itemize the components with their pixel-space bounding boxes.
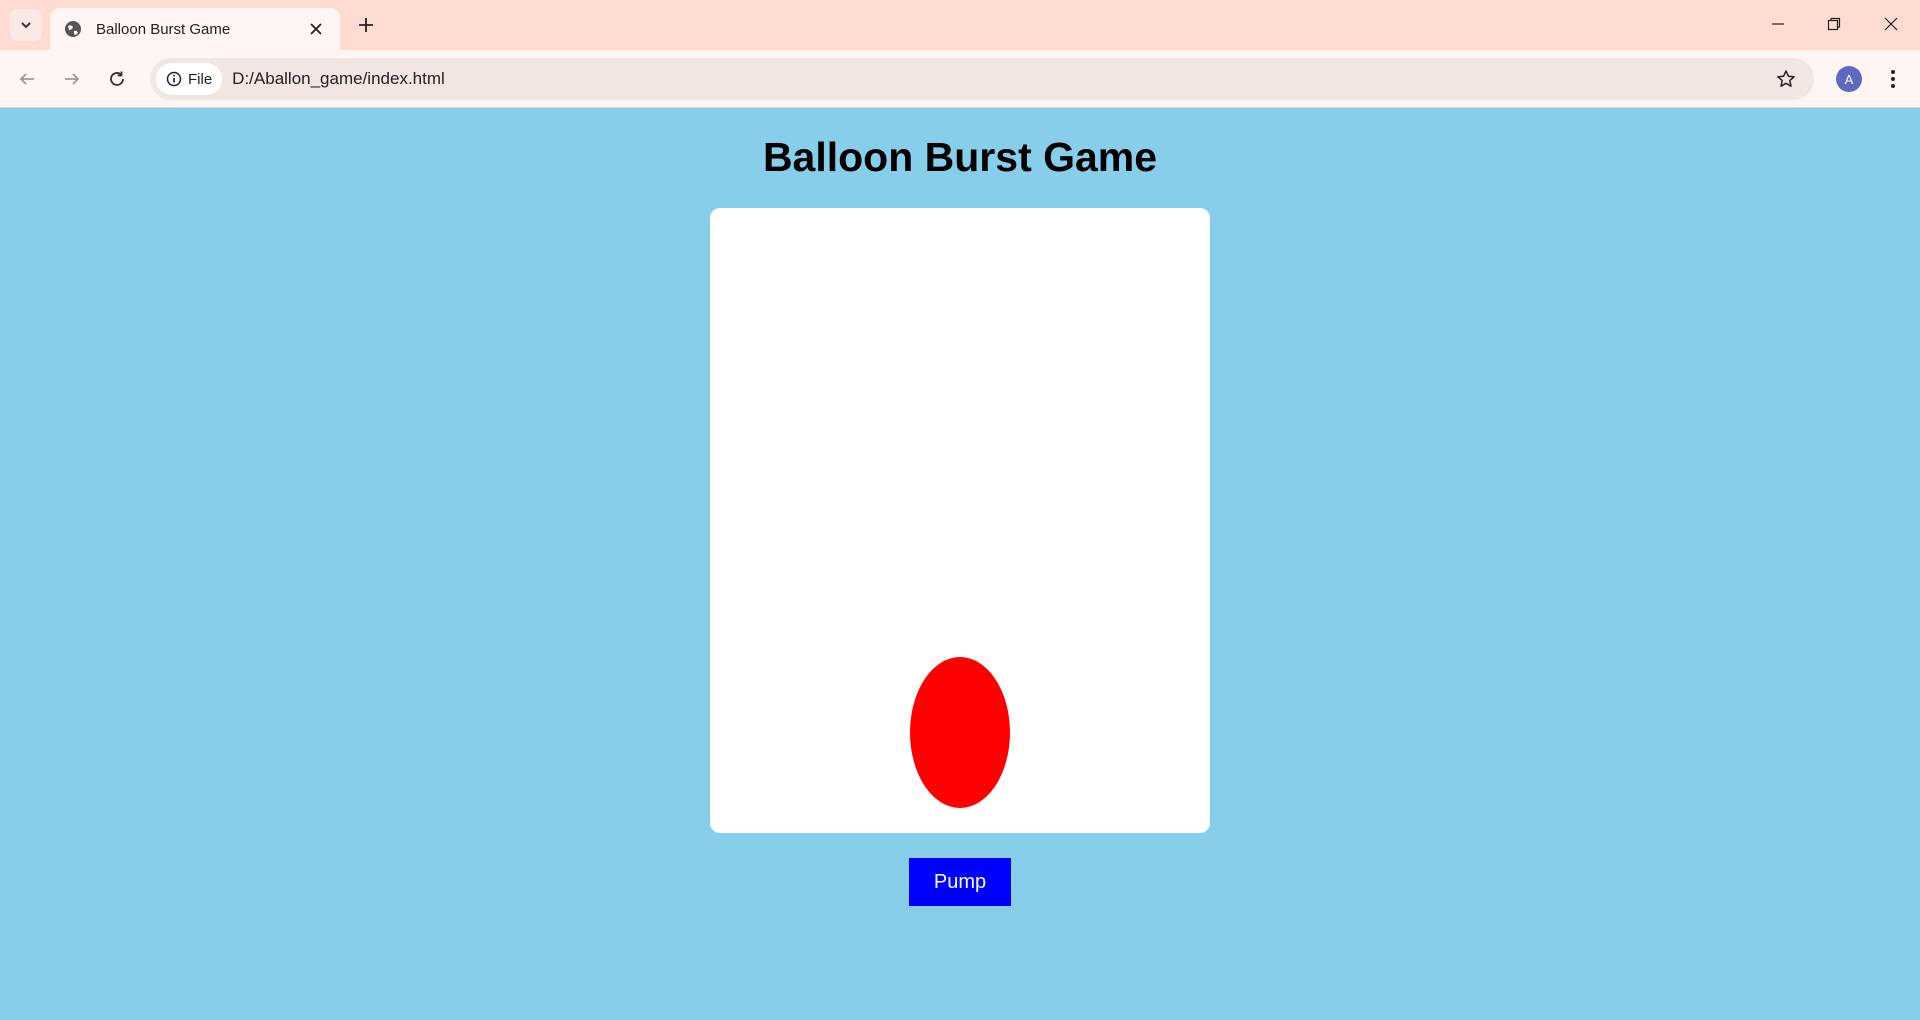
back-button[interactable] — [10, 62, 44, 96]
game-area — [710, 208, 1210, 833]
page-content: Balloon Burst Game Pump — [0, 109, 1920, 1020]
browser-toolbar: File D:/Aballon_game/index.html A — [0, 50, 1920, 108]
forward-button[interactable] — [55, 62, 89, 96]
reload-button[interactable] — [100, 62, 134, 96]
bookmark-button[interactable] — [1768, 61, 1804, 97]
close-icon — [1884, 17, 1898, 31]
plus-icon — [359, 18, 373, 32]
restore-button[interactable] — [1814, 8, 1854, 40]
pump-button[interactable]: Pump — [909, 858, 1011, 906]
minimize-button[interactable] — [1758, 8, 1798, 40]
star-icon — [1777, 70, 1795, 87]
restore-icon — [1827, 17, 1841, 31]
site-chip-label: File — [188, 70, 213, 88]
tab-active[interactable]: Balloon Burst Game — [50, 8, 340, 50]
info-icon — [166, 71, 182, 87]
tab-strip: Balloon Burst Game — [0, 0, 1920, 50]
browser-menu-button[interactable] — [1878, 64, 1908, 94]
arrow-left-icon — [19, 73, 34, 85]
profile-avatar[interactable]: A — [1836, 66, 1862, 92]
site-info-chip[interactable]: File — [156, 63, 223, 95]
more-vert-icon — [1891, 70, 1895, 88]
minimize-icon — [1772, 23, 1784, 25]
tab-title: Balloon Burst Game — [96, 20, 231, 38]
page-title: Balloon Burst Game — [762, 134, 1158, 180]
globe-icon — [64, 20, 82, 38]
close-tab-icon[interactable] — [306, 19, 326, 39]
address-bar[interactable]: File D:/Aballon_game/index.html — [150, 58, 1814, 100]
new-tab-button[interactable] — [352, 11, 380, 39]
chevron-down-icon — [21, 22, 31, 29]
balloon — [910, 657, 1010, 808]
url-text[interactable]: D:/Aballon_game/index.html — [232, 69, 1768, 89]
reload-icon — [110, 71, 124, 86]
tab-search-button[interactable] — [10, 9, 42, 41]
close-window-button[interactable] — [1871, 8, 1911, 40]
arrow-right-icon — [65, 73, 80, 85]
